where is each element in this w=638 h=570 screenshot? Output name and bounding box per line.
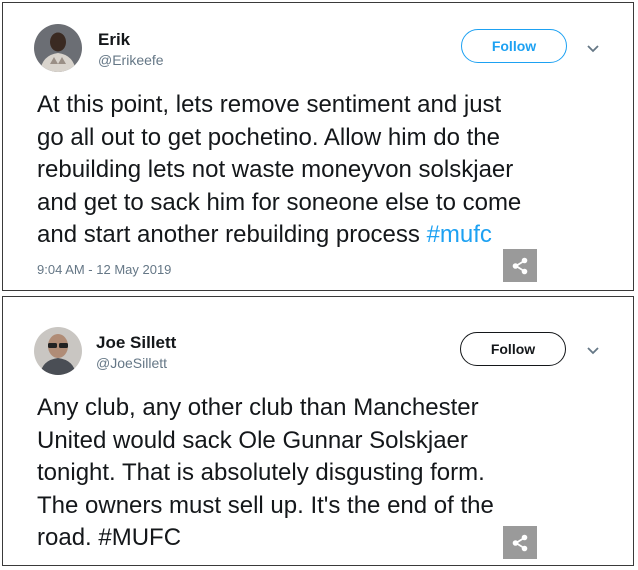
follow-button[interactable]: Follow [460,332,566,366]
share-icon [512,534,528,551]
share-icon [512,257,528,274]
author-handle[interactable]: @Erikeefe [98,52,164,68]
author-name[interactable]: Joe Sillett [96,333,176,353]
hashtag-link[interactable]: #mufc [427,221,492,248]
share-button[interactable] [503,526,537,559]
tweet-text: At this point, lets remove sentiment and… [37,89,617,252]
avatar-joe[interactable] [34,327,82,375]
tweet-timestamp[interactable]: 9:04 AM - 12 May 2019 [37,262,171,277]
avatar-erik[interactable] [34,24,82,72]
chevron-down-icon[interactable] [586,346,600,356]
follow-button[interactable]: Follow [461,29,567,63]
author-name[interactable]: Erik [98,30,130,50]
chevron-down-icon[interactable] [586,44,600,54]
author-handle[interactable]: @JoeSillett [96,355,167,371]
share-button[interactable] [503,249,537,282]
